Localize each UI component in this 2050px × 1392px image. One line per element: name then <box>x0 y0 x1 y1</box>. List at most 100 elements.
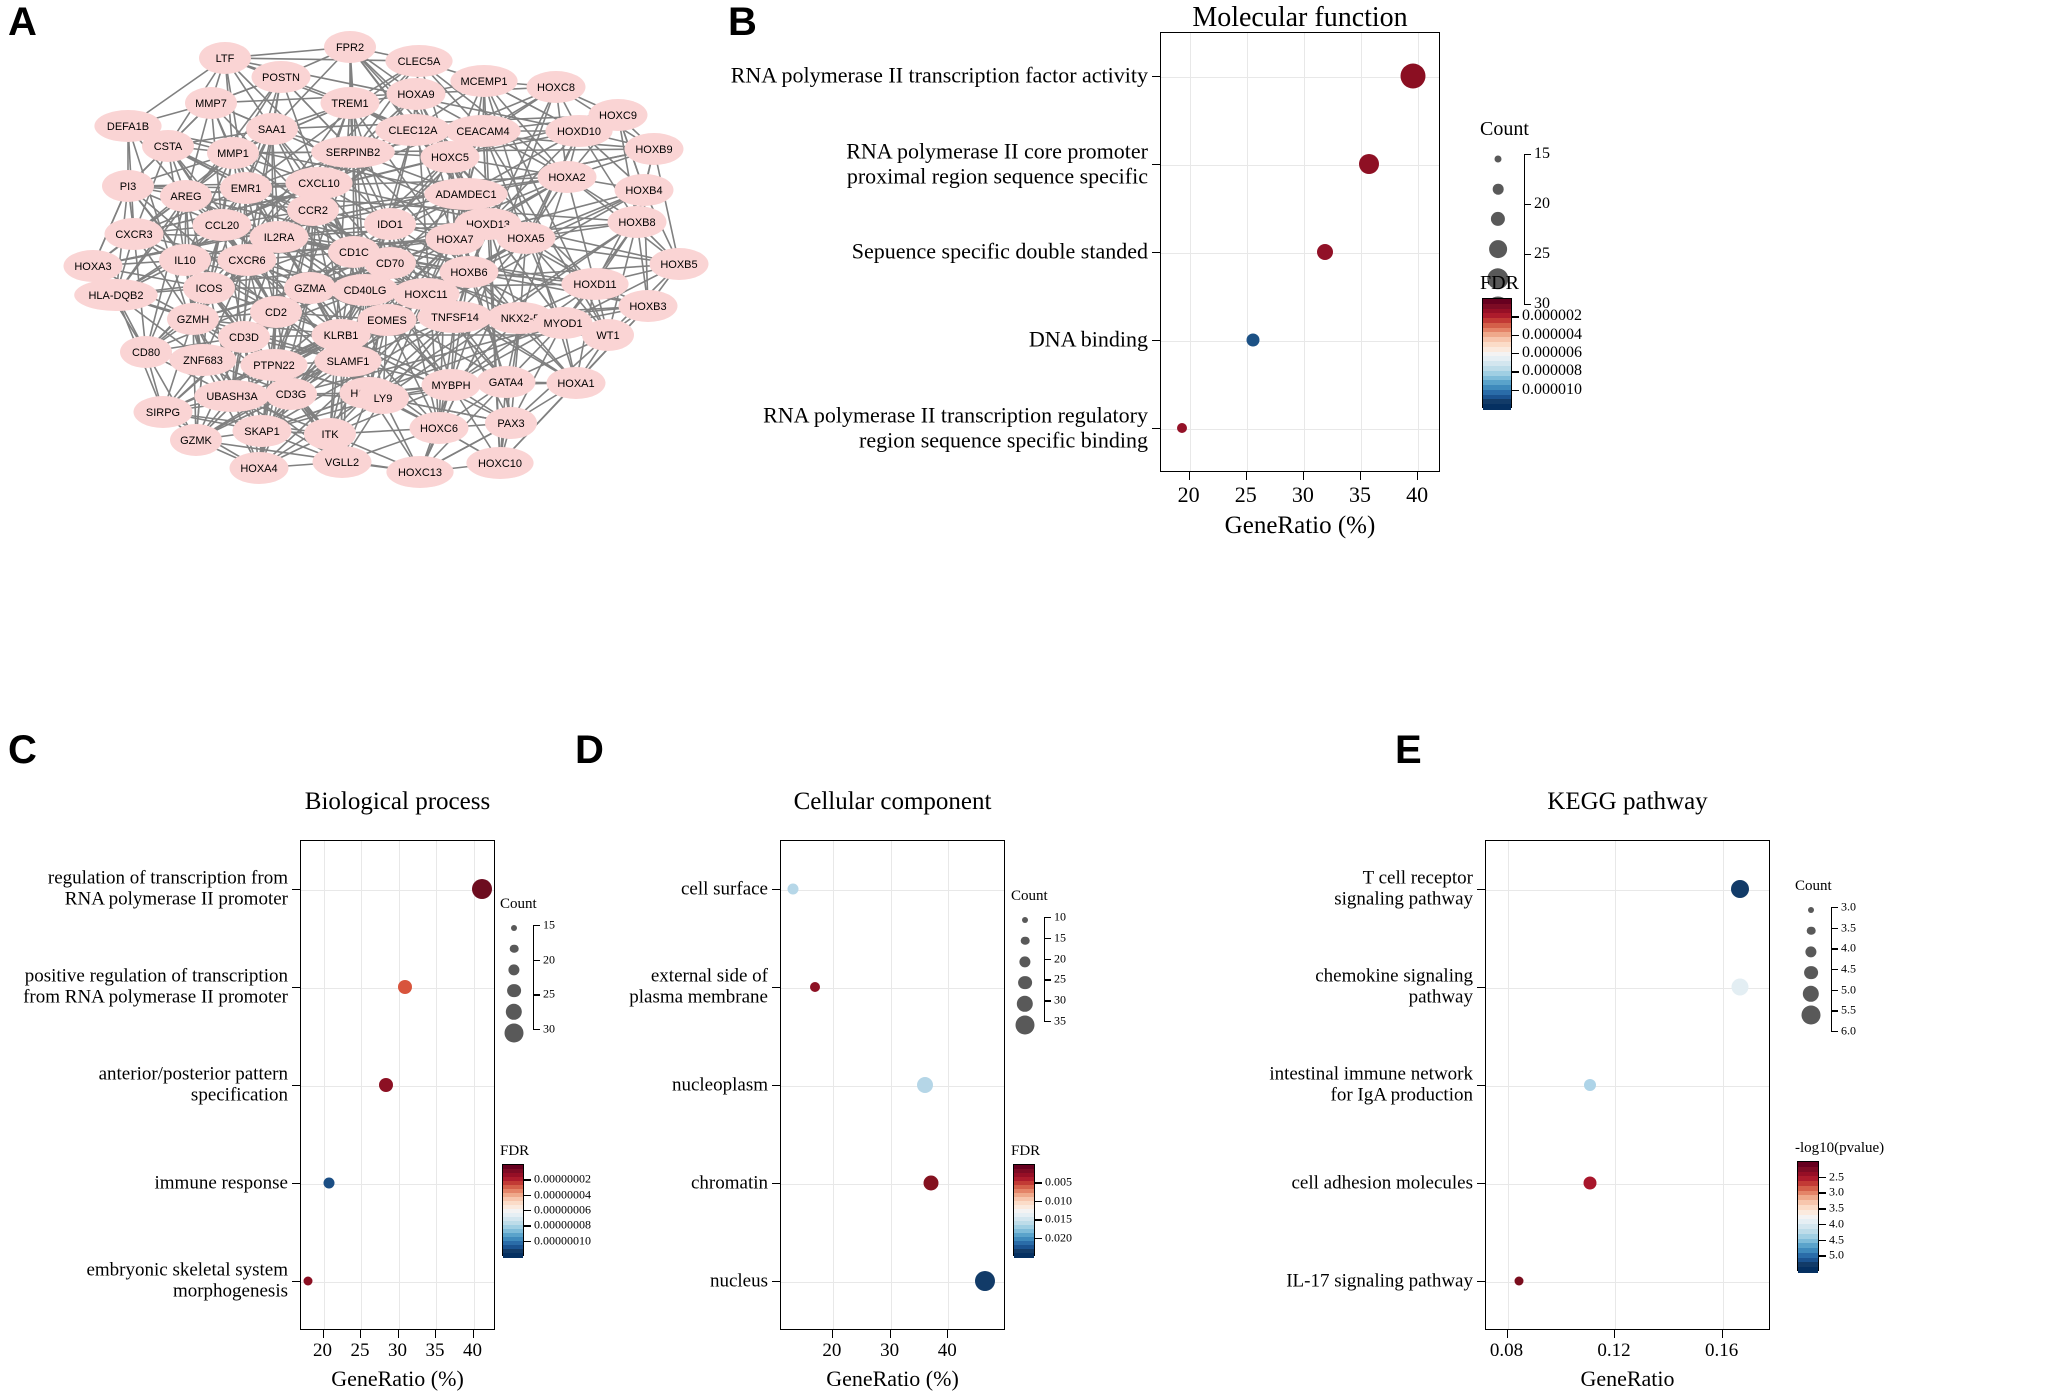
network-node[interactable]: CLEC12A <box>375 114 451 146</box>
network-node[interactable]: ICOS <box>183 272 235 304</box>
data-point[interactable] <box>1731 880 1750 898</box>
network-node[interactable]: CSTA <box>142 130 194 162</box>
network-node[interactable]: CLEC5A <box>385 45 453 77</box>
network-node-label: IL2RA <box>264 232 295 244</box>
network-node[interactable]: CD2 <box>250 296 302 328</box>
network-node[interactable]: CXCR6 <box>217 244 277 276</box>
network-node[interactable]: HOXC8 <box>526 71 586 103</box>
network-node[interactable]: GZMH <box>167 303 219 335</box>
network-node[interactable]: PAX3 <box>485 407 537 439</box>
network-node[interactable]: HOXC5 <box>420 141 480 173</box>
network-node[interactable]: HOXB3 <box>618 290 678 322</box>
chart-title: KEGG pathway <box>1547 788 1708 815</box>
network-node[interactable]: HOXA4 <box>229 452 289 484</box>
network-node[interactable]: CD3D <box>218 321 270 353</box>
network-node[interactable]: HOXD11 <box>561 268 629 300</box>
network-node[interactable]: CXCR3 <box>104 218 164 250</box>
network-node[interactable]: LTF <box>199 42 251 74</box>
data-point[interactable] <box>923 1175 939 1191</box>
data-point[interactable] <box>809 982 820 992</box>
network-node[interactable]: HOXA9 <box>386 78 446 110</box>
network-node[interactable]: CD40LG <box>331 274 399 306</box>
network-node[interactable]: FPR2 <box>324 31 376 63</box>
network-node[interactable]: EMR1 <box>220 172 272 204</box>
data-point[interactable] <box>1583 1176 1597 1190</box>
data-point[interactable] <box>1514 1276 1524 1286</box>
data-point[interactable] <box>472 879 493 899</box>
network-node[interactable]: HOXA5 <box>496 222 556 254</box>
network-node[interactable]: MMP1 <box>207 137 259 169</box>
size-legend-dot <box>1492 183 1504 195</box>
y-axis-category-label: DNA binding <box>1028 326 1148 352</box>
network-node[interactable]: ZNF683 <box>169 344 237 376</box>
network-node[interactable]: HOXB8 <box>607 206 667 238</box>
network-node[interactable]: PTPN22 <box>240 349 308 381</box>
data-point[interactable] <box>1583 1079 1596 1091</box>
network-node[interactable]: HOXA2 <box>537 161 597 193</box>
network-node[interactable]: HOXA3 <box>63 250 123 282</box>
network-node[interactable]: ITK <box>304 418 356 450</box>
network-node[interactable]: CD80 <box>120 336 172 368</box>
network-node[interactable]: MYOD1 <box>533 307 593 339</box>
network-node[interactable]: CCR2 <box>287 194 339 226</box>
data-point[interactable] <box>378 1078 393 1092</box>
data-point[interactable] <box>398 980 412 994</box>
data-point[interactable] <box>1246 333 1260 347</box>
network-node[interactable]: MYBPH <box>421 369 481 401</box>
network-node[interactable]: UBASH3A <box>194 380 270 412</box>
network-node[interactable]: SLAMF1 <box>314 345 382 377</box>
network-node-label: SERPINB2 <box>326 147 380 159</box>
network-node[interactable]: CXCL10 <box>285 167 353 199</box>
network-node[interactable]: IL10 <box>159 244 211 276</box>
panel-d-letter: D <box>575 728 604 772</box>
network-node[interactable]: MCEMP1 <box>450 65 518 97</box>
network-node[interactable]: VGLL2 <box>312 446 372 478</box>
data-point[interactable] <box>974 1271 995 1291</box>
network-node[interactable]: SIRPG <box>133 396 193 428</box>
network-node[interactable]: HOXC6 <box>409 412 469 444</box>
network-node[interactable]: HOXC13 <box>386 456 454 488</box>
color-legend-label: 0.000010 <box>1522 380 1582 398</box>
network-node[interactable]: HOXC10 <box>466 447 534 479</box>
network-node[interactable]: TNFSF14 <box>417 301 493 333</box>
data-point[interactable] <box>303 1276 312 1286</box>
data-point[interactable] <box>323 1177 334 1189</box>
network-node-label: GZMK <box>180 435 212 447</box>
data-point[interactable] <box>1316 244 1333 260</box>
x-axis-tick-label: 40 <box>1406 482 1429 507</box>
data-point[interactable] <box>1400 63 1426 89</box>
network-node[interactable]: ADAMDEC1 <box>424 178 508 210</box>
network-node[interactable]: LY9 <box>357 382 409 414</box>
network-node[interactable]: GZMK <box>170 424 222 456</box>
size-legend-dot <box>1806 926 1816 935</box>
network-node[interactable]: CD70 <box>364 247 416 279</box>
network-node[interactable]: GATA4 <box>476 366 536 398</box>
network-node[interactable]: SERPINB2 <box>311 136 395 168</box>
network-node[interactable]: MMP7 <box>185 87 237 119</box>
network-node[interactable]: POSTN <box>251 61 311 93</box>
data-point[interactable] <box>917 1077 934 1093</box>
network-node[interactable]: AREG <box>160 180 212 212</box>
network-node[interactable]: GZMA <box>284 272 336 304</box>
y-axis-tick <box>1152 428 1160 429</box>
network-node[interactable]: SKAP1 <box>232 415 292 447</box>
network-node[interactable]: PI3 <box>102 170 154 202</box>
network-node[interactable]: HOXB5 <box>649 248 709 280</box>
data-point[interactable] <box>1359 154 1380 174</box>
network-node[interactable]: HOXB9 <box>624 133 684 165</box>
size-legend-tick <box>533 959 540 962</box>
network-node[interactable]: CD3G <box>265 378 317 410</box>
network-node[interactable]: HOXA7 <box>425 223 485 255</box>
network-node[interactable]: TREM1 <box>320 87 380 119</box>
network-node[interactable]: HLA-DQB2 <box>74 279 158 311</box>
network-node[interactable]: HOXA1 <box>546 367 606 399</box>
data-point[interactable] <box>1176 423 1187 433</box>
network-node[interactable]: HOXD10 <box>545 115 613 147</box>
data-point[interactable] <box>787 883 799 895</box>
network-node[interactable]: SAA1 <box>246 113 298 145</box>
network-node[interactable]: HOXB4 <box>614 174 674 206</box>
network-node[interactable]: CCL20 <box>192 209 252 241</box>
network-node[interactable]: IDO1 <box>364 208 416 240</box>
size-legend-dot <box>1019 955 1031 968</box>
data-point[interactable] <box>1731 978 1749 996</box>
